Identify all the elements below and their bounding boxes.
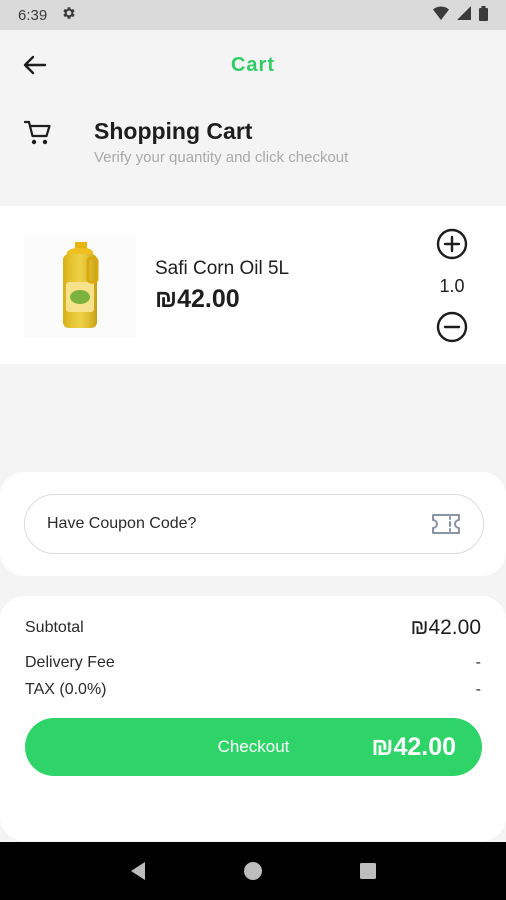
quantity-value: 1.0: [439, 276, 465, 296]
status-time: 6:39: [18, 6, 48, 24]
tax-row: TAX (0.0%) -: [25, 681, 481, 699]
delivery-fee-value: -: [475, 654, 481, 671]
signal-icon: [457, 6, 471, 24]
arrow-left-icon: [23, 55, 47, 75]
cart-header: Shopping Cart Verify your quantity and c…: [0, 110, 506, 180]
system-nav-bar: [0, 842, 506, 900]
oil-bottle-image: [24, 236, 136, 338]
subtotal-label: Subtotal: [25, 619, 84, 636]
wifi-icon: [433, 6, 449, 24]
decrease-quantity-button[interactable]: [436, 311, 468, 343]
delivery-fee-row: Delivery Fee -: [25, 654, 481, 672]
status-bar: 6:39: [0, 0, 506, 30]
coupon-card: Have Coupon Code?: [0, 472, 506, 576]
cart-item: Safi Corn Oil 5L ₪42.00 1.0: [0, 206, 506, 364]
nav-home-button[interactable]: [241, 859, 265, 883]
minus-circle-icon: [436, 311, 468, 343]
subtotal-row: Subtotal ₪42.00: [25, 616, 481, 640]
ticket-icon: [431, 513, 461, 535]
page-title: Cart: [230, 53, 275, 76]
back-triangle-icon: [130, 862, 145, 880]
plus-circle-icon: [436, 228, 468, 260]
subtotal-value: ₪42.00: [410, 616, 481, 639]
increase-quantity-button[interactable]: [436, 228, 468, 260]
back-button[interactable]: [20, 52, 50, 78]
app-bar: Cart: [0, 30, 506, 100]
cart-icon: [23, 120, 52, 151]
settings-icon: [61, 5, 77, 25]
coupon-code-field[interactable]: Have Coupon Code?: [24, 494, 484, 554]
coupon-label: Have Coupon Code?: [47, 515, 197, 532]
checkout-button[interactable]: Checkout ₪42.00: [25, 718, 482, 776]
recents-square-icon: [360, 863, 377, 879]
checkout-total: ₪42.00: [371, 732, 456, 761]
product-price: ₪42.00: [155, 285, 240, 313]
home-circle-icon: [243, 862, 262, 880]
product-name: Safi Corn Oil 5L: [155, 258, 290, 279]
delivery-fee-label: Delivery Fee: [25, 654, 115, 671]
nav-recents-button[interactable]: [356, 859, 380, 883]
battery-icon: [479, 5, 488, 25]
order-summary: Subtotal ₪42.00 Delivery Fee - TAX (0.0%…: [0, 596, 506, 841]
tax-label: TAX (0.0%): [25, 681, 107, 698]
header-title: Shopping Cart: [94, 118, 253, 144]
tax-value: -: [475, 681, 481, 698]
header-subtitle: Verify your quantity and click checkout: [94, 149, 349, 166]
nav-back-button[interactable]: [126, 859, 150, 883]
